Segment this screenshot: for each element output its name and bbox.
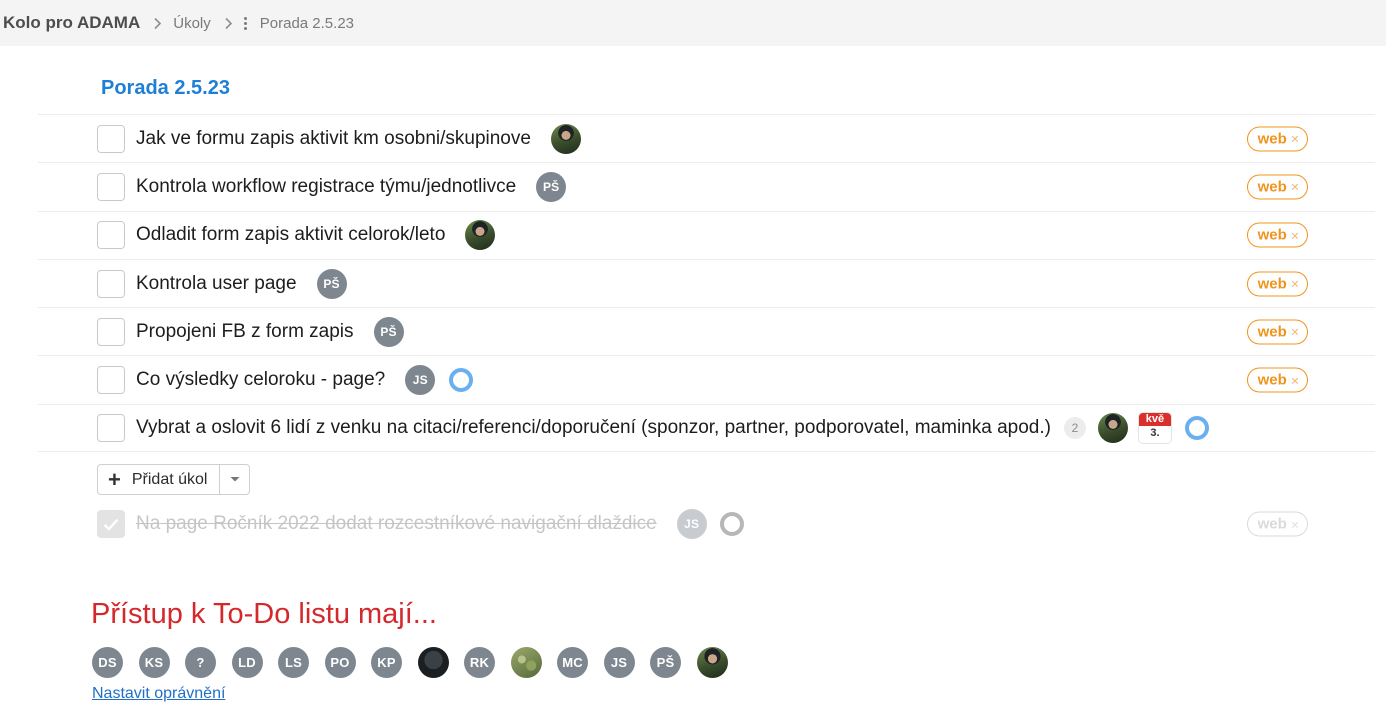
member-avatar[interactable]: PO <box>324 647 356 678</box>
task-row[interactable]: Propojeni FB z form zapis PŠ web × <box>38 307 1375 355</box>
tag-badge[interactable]: web × <box>1246 511 1308 537</box>
tag-label: web <box>1257 275 1287 293</box>
chevron-right-icon <box>224 17 233 30</box>
breadcrumb-current: Porada 2.5.23 <box>259 14 355 32</box>
tag-badge[interactable]: web × <box>1246 174 1308 200</box>
assignee-avatar[interactable]: JS <box>676 509 707 539</box>
assignee-avatar[interactable]: PŠ <box>316 268 347 299</box>
task-title[interactable]: Odladit form zapis aktivit celorok/leto <box>136 224 445 246</box>
task-title[interactable]: Kontrola user page <box>136 273 297 295</box>
comment-count-badge[interactable]: 2 <box>1063 416 1086 439</box>
member-avatar[interactable]: DS <box>92 647 123 678</box>
close-icon[interactable]: × <box>1291 517 1299 531</box>
add-task-button[interactable]: + Přidat úkol <box>98 465 221 494</box>
tag-badge[interactable]: web × <box>1246 367 1308 393</box>
member-avatar[interactable]: PŠ <box>650 647 681 678</box>
assignee-avatar[interactable]: PŠ <box>373 316 404 347</box>
task-list: Jak ve formu zapis aktivit km osobni/sku… <box>38 114 1375 453</box>
calendar-icon[interactable]: kvě 3. <box>1138 412 1171 443</box>
member-avatar[interactable]: KP <box>371 647 402 678</box>
tag-label: web <box>1257 515 1287 533</box>
task-title[interactable]: Na page Ročník 2022 dodat rozcestníkové … <box>136 513 657 535</box>
task-checkbox[interactable] <box>97 413 125 442</box>
set-permissions-link[interactable]: Nastavit oprávnění <box>92 685 225 703</box>
tag-label: web <box>1257 130 1287 148</box>
close-icon[interactable]: × <box>1291 132 1299 146</box>
task-title[interactable]: Jak ve formu zapis aktivit km osobni/sku… <box>136 128 531 150</box>
breadcrumb-project[interactable]: Kolo pro ADAMA <box>3 13 140 33</box>
member-avatar[interactable]: MC <box>557 647 588 678</box>
assignee-avatar[interactable] <box>1097 412 1128 443</box>
assignee-avatar[interactable]: PŠ <box>536 171 567 202</box>
assignee-avatar[interactable]: JS <box>405 365 436 396</box>
member-avatar[interactable]: ? <box>185 647 216 678</box>
add-task-dropdown[interactable] <box>220 465 249 494</box>
add-task-label: Přidat úkol <box>131 470 208 488</box>
progress-ring-icon[interactable] <box>719 511 745 537</box>
tag-badge[interactable]: web × <box>1246 222 1308 248</box>
breadcrumb-section[interactable]: Úkoly <box>173 15 211 32</box>
tag-label: web <box>1257 178 1287 196</box>
progress-ring-icon[interactable] <box>1184 415 1210 441</box>
checkmark-icon <box>103 518 119 531</box>
add-task-control: + Přidat úkol <box>97 464 251 495</box>
tag-label: web <box>1257 226 1287 244</box>
list-title[interactable]: Porada 2.5.23 <box>101 77 230 100</box>
chevron-right-icon <box>153 17 162 30</box>
assignee-avatar[interactable] <box>465 220 496 251</box>
task-row[interactable]: Vybrat a oslovit 6 lidí z venku na citac… <box>38 403 1375 453</box>
caret-down-icon <box>230 477 240 482</box>
task-title[interactable]: Propojeni FB z form zapis <box>136 321 354 343</box>
breadcrumb: Kolo pro ADAMA Úkoly Porada 2.5.23 <box>0 0 1386 46</box>
close-icon[interactable]: × <box>1291 373 1299 387</box>
member-avatar-photo[interactable] <box>696 647 728 678</box>
task-row[interactable]: Kontrola workflow registrace týmu/jednot… <box>38 162 1375 210</box>
close-icon[interactable]: × <box>1291 228 1299 242</box>
progress-ring-icon[interactable] <box>448 367 474 393</box>
task-checkbox[interactable] <box>97 172 125 201</box>
task-checkbox-checked[interactable] <box>97 510 125 538</box>
task-checkbox[interactable] <box>97 269 125 298</box>
plus-icon: + <box>108 466 121 492</box>
member-avatar[interactable]: RK <box>464 647 495 678</box>
tag-label: web <box>1257 371 1287 389</box>
due-day: 3. <box>1150 426 1160 439</box>
access-heading: Přístup k To-Do listu mají... <box>91 598 437 630</box>
assignee-avatar[interactable] <box>550 123 581 154</box>
task-checkbox[interactable] <box>97 366 125 395</box>
task-row[interactable]: Kontrola user page PŠ web × <box>38 258 1375 307</box>
member-avatar[interactable]: LD <box>231 647 263 678</box>
close-icon[interactable]: × <box>1291 180 1299 194</box>
tag-badge[interactable]: web × <box>1246 271 1308 297</box>
tag-badge[interactable]: web × <box>1246 126 1308 152</box>
close-icon[interactable]: × <box>1291 325 1299 339</box>
task-row[interactable]: Jak ve formu zapis aktivit km osobni/sku… <box>38 114 1375 162</box>
member-avatar[interactable]: KS <box>138 647 170 678</box>
member-avatar-photo[interactable] <box>510 647 542 678</box>
more-vertical-icon[interactable] <box>243 16 247 30</box>
member-avatar-photo[interactable] <box>417 647 449 678</box>
task-title[interactable]: Kontrola workflow registrace týmu/jednot… <box>136 176 516 198</box>
due-month: kvě <box>1138 412 1171 426</box>
tag-badge[interactable]: web × <box>1246 319 1308 345</box>
member-avatar[interactable]: JS <box>603 647 635 678</box>
task-title[interactable]: Vybrat a oslovit 6 lidí z venku na citac… <box>136 417 1051 439</box>
task-row[interactable]: Co výsledky celoroku - page? JS web × <box>38 355 1375 403</box>
tag-label: web <box>1257 323 1287 341</box>
completed-task-row[interactable]: Na page Ročník 2022 dodat rozcestníkové … <box>97 508 1308 540</box>
task-checkbox[interactable] <box>97 317 125 346</box>
task-checkbox[interactable] <box>97 221 125 250</box>
task-checkbox[interactable] <box>97 124 125 153</box>
member-avatars: DS KS ? LD LS PO KP RK MC JS PŠ <box>92 647 728 678</box>
close-icon[interactable]: × <box>1291 277 1299 291</box>
task-row[interactable]: Odladit form zapis aktivit celorok/leto … <box>38 210 1375 259</box>
member-avatar[interactable]: LS <box>278 647 309 678</box>
task-title[interactable]: Co výsledky celoroku - page? <box>136 369 385 391</box>
